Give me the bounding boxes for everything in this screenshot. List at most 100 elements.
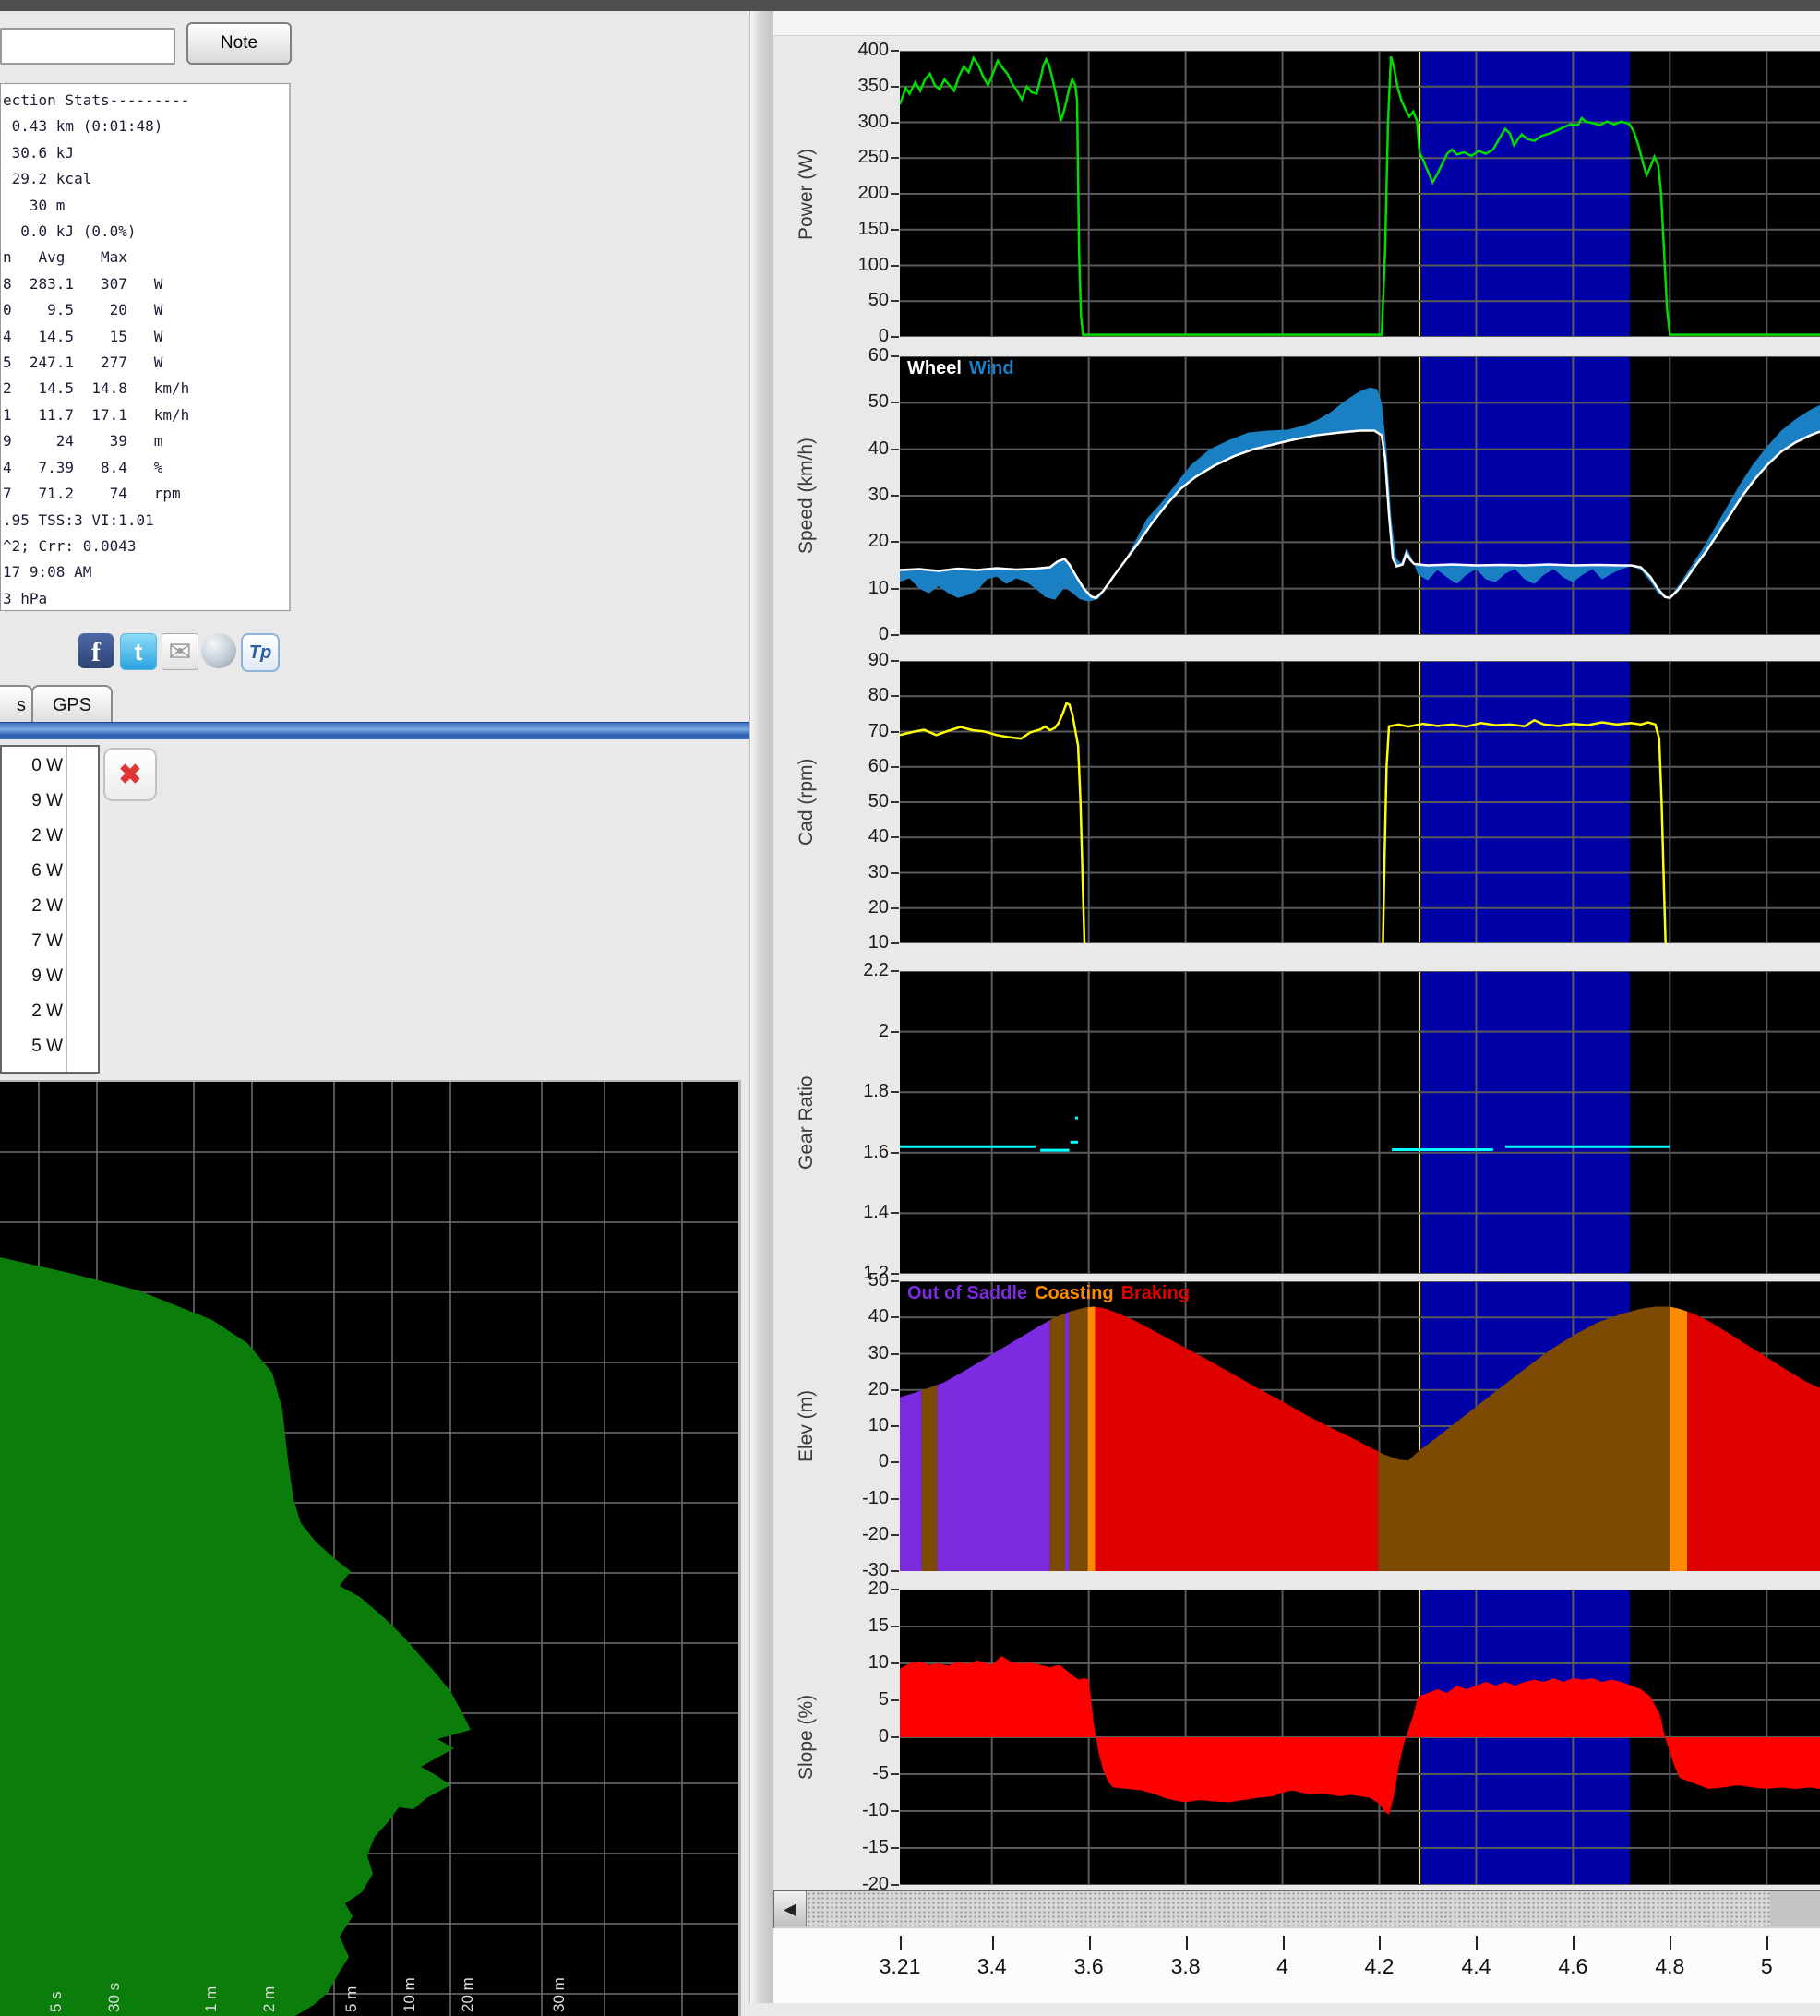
email-icon[interactable]: ✉ [162,633,198,670]
y-tick-mark [891,942,899,944]
y-tick-label: 20 [822,531,889,552]
note-button[interactable]: Note [186,22,292,65]
chart-panel-elev[interactable]: Out of SaddleCoastingBraking [900,1281,1820,1571]
chart-panel-cad[interactable] [900,661,1820,943]
google-earth-icon[interactable] [201,633,236,668]
y-tick-label: 40 [822,1306,889,1327]
y-tick-label: 50 [822,1270,889,1291]
y-tick-mark [891,1091,899,1093]
y-tick-label: 20 [822,1379,889,1400]
y-tick-mark [891,229,899,231]
left-panel: Note ection Stats--------- 0.43 km (0:01… [0,11,749,2003]
list-item[interactable]: 2 W [2,994,63,1029]
y-tick-mark [891,1534,899,1536]
x-tick-label: 4.4 [1434,1954,1517,1979]
y-tick-mark [891,402,899,403]
x-tick-label: 3.8 [1144,1954,1227,1979]
y-tick-mark [891,1847,899,1849]
y-tick-mark [891,1570,899,1572]
list-item[interactable]: 6 W [2,854,63,889]
twitter-icon[interactable]: t [120,633,157,670]
y-tick-label: 10 [822,1652,889,1674]
note-input[interactable] [0,28,175,65]
y-tick-mark [891,1461,899,1463]
y-tick-label: 0 [822,326,889,347]
tab-gps[interactable]: GPS [31,685,113,724]
x-tick-mark [1089,1936,1091,1950]
facebook-icon[interactable]: f [78,633,114,668]
mm-x-tick-label: 1 m [202,1986,221,2012]
mm-x-tick-label: 30 m [550,1977,569,2012]
list-divider [66,747,67,1072]
x-tick-label: 4.6 [1531,1954,1614,1979]
x-tick-label: 4.2 [1337,1954,1420,1979]
list-item[interactable]: 9 W [2,784,63,819]
scroll-left-button[interactable]: ◀ [774,1891,807,1926]
x-tick-mark [1573,1936,1575,1950]
y-axis-title-slope: Slope (%) [796,1590,827,1885]
y-tick-label: 1.4 [822,1202,889,1223]
mm-x-tick-label: 5 s [47,1991,66,2012]
y-tick-label: 50 [822,791,889,812]
interval-list[interactable]: 0 W9 W2 W6 W2 W7 W9 W2 W5 W [0,745,100,1074]
y-tick-label: 1.6 [822,1142,889,1163]
y-tick-label: 60 [822,756,889,777]
list-item[interactable]: 9 W [2,959,63,994]
y-tick-label: 50 [822,391,889,413]
list-item[interactable]: 7 W [2,924,63,959]
mean-max-power-chart[interactable]: 5 s30 s1 m2 m5 m10 m20 m30 m [0,1080,741,2016]
y-tick-mark [891,836,899,838]
y-tick-label: 15 [822,1615,889,1637]
y-tick-mark [891,541,899,543]
legend-speed: WheelWind [907,358,1022,379]
y-tick-mark [891,157,899,159]
list-item[interactable]: 0 W [2,749,63,784]
y-axis-title-cad: Cad (rpm) [796,661,827,943]
tab-partial[interactable]: s [0,685,33,724]
y-tick-label: 20 [822,897,889,918]
scrollbar-track[interactable] [807,1891,1770,1926]
y-tick-mark [891,300,899,302]
selection-stats-box: ection Stats--------- 0.43 km (0:01:48) … [0,83,291,611]
y-tick-label: 5 [822,1689,889,1710]
chart-panel-power[interactable] [900,51,1820,337]
window-top-bar [0,0,1820,11]
chart-panel-gear[interactable] [900,971,1820,1274]
trainingpeaks-icon[interactable]: Tp [241,633,280,672]
x-tick-mark [1766,1936,1768,1950]
mm-x-tick-label: 2 m [260,1986,279,2012]
y-tick-label: 40 [822,826,889,847]
y-tick-mark [891,1353,899,1355]
y-tick-label: 10 [822,932,889,954]
chart-panel-speed[interactable]: WheelWind [900,356,1820,635]
horizontal-scrollbar[interactable]: ◀ [773,1890,1820,1929]
y-tick-mark [891,1736,899,1738]
y-tick-label: 10 [822,1415,889,1436]
y-tick-mark [891,86,899,88]
y-tick-mark [891,731,899,733]
x-tick-mark [1379,1936,1381,1950]
chart-panel-slope[interactable] [900,1590,1820,1885]
y-tick-mark [891,801,899,803]
close-icon[interactable]: ✖ [103,748,157,801]
y-tick-mark [891,1212,899,1214]
y-tick-label: 40 [822,438,889,460]
mm-x-tick-label: 20 m [459,1977,477,2012]
y-tick-mark [891,1498,899,1500]
y-tick-mark [891,193,899,195]
y-tick-label: 30 [822,1343,889,1364]
panel-splitter[interactable] [749,11,774,2003]
y-tick-mark [891,1280,899,1282]
y-tick-mark [891,122,899,124]
y-tick-label: 30 [822,485,889,506]
list-item[interactable]: 2 W [2,889,63,924]
y-tick-label: 2 [822,1021,889,1042]
y-tick-label: 100 [822,255,889,276]
x-tick-label: 3.4 [951,1954,1034,1979]
y-axis-title-gear: Gear Ratio [796,971,827,1274]
list-item[interactable]: 5 W [2,1029,63,1064]
x-tick-mark [900,1936,902,1950]
y-tick-mark [891,1031,899,1033]
y-tick-label: 1.8 [822,1081,889,1102]
list-item[interactable]: 2 W [2,819,63,854]
